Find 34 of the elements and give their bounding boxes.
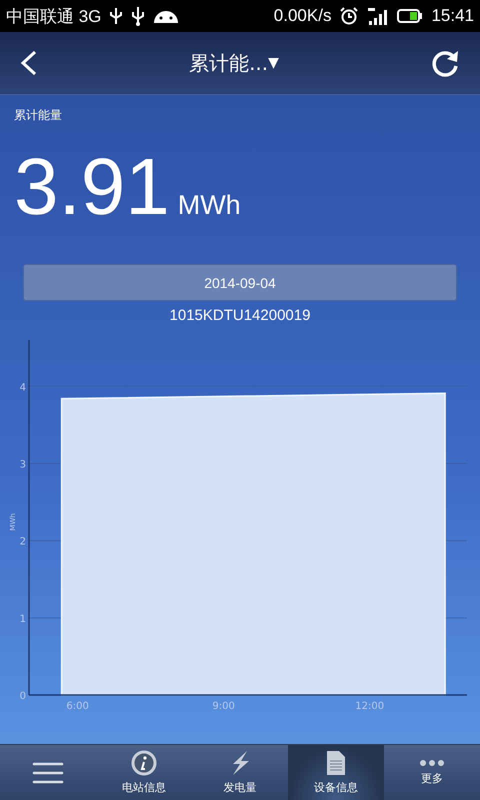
usb-icon [109,7,124,25]
x-tick-label: 6:00 [66,701,89,712]
android-icon [153,8,180,24]
network-speed: 0.00K/s [274,6,332,26]
more-icon [419,759,445,767]
back-icon[interactable] [20,50,38,76]
clock-text: 15:41 [431,6,474,26]
tab[interactable]: 更多 [384,745,480,800]
y-tick-label: 1 [20,614,26,625]
x-tick-label: 9:00 [212,701,235,712]
tab[interactable]: 设备信息 [288,745,384,800]
info-icon [131,750,157,776]
tab[interactable]: 发电量 [192,745,288,800]
battery-icon [397,8,424,24]
energy-value: 3.91 [14,142,170,232]
tab[interactable]: 电站信息 [96,745,192,800]
signal-icon [367,6,390,26]
y-tick-label: 3 [20,459,26,470]
y-tick-label: 2 [20,536,26,548]
y-tick-label: 0 [20,691,26,702]
document-icon [326,750,346,776]
refresh-icon[interactable] [430,48,460,78]
menu-icon [32,760,64,784]
y-tick-label: 4 [20,382,26,394]
x-tick-label: 12:00 [355,701,384,712]
date-button[interactable]: 2014-09-04 [23,264,457,301]
metric-label: 累计能量 [14,107,62,124]
header-title[interactable]: 累计能... [189,50,268,76]
dropdown-caret[interactable]: ▼ [268,55,279,71]
alarm-icon [339,7,360,25]
device-id: 1015KDTU14200019 [170,307,310,324]
usb-icon [131,6,146,26]
carrier-text: 中国联通 3G [6,6,102,28]
energy-unit: MWh [178,190,241,221]
